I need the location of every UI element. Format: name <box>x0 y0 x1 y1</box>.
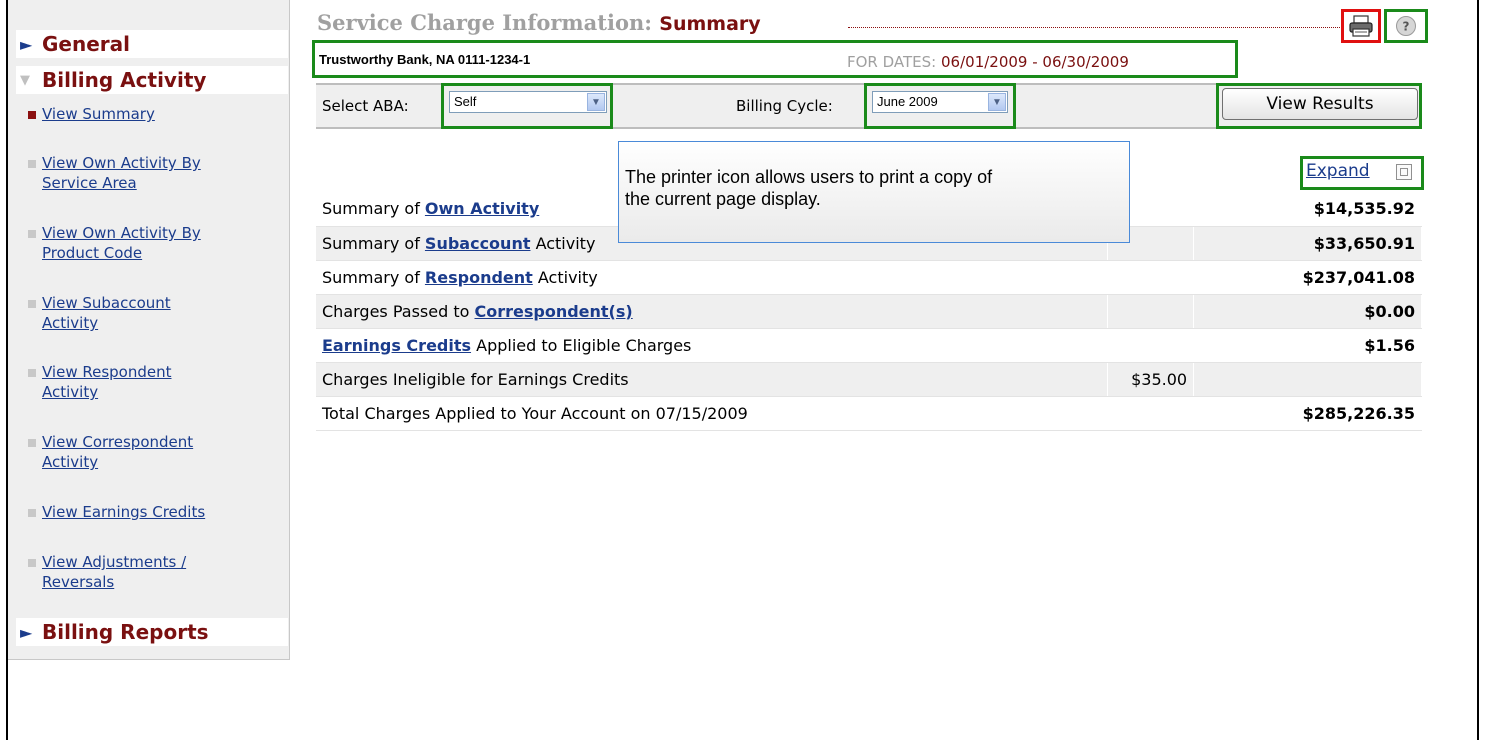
row-amount: $285,226.35 <box>1193 396 1422 431</box>
bullet-icon <box>28 369 36 377</box>
view-results-button[interactable]: View Results <box>1222 88 1418 120</box>
collapse-arrow-icon: ▼ <box>20 72 30 88</box>
row-amount: $33,650.91 <box>1193 226 1422 261</box>
section-label: Billing Reports <box>42 620 209 644</box>
bullet-icon <box>28 300 36 308</box>
sidebar-link[interactable]: View Correspondent Activity <box>42 432 193 472</box>
row-description: Summary of Respondent Activity <box>316 260 1109 295</box>
for-dates-label: FOR DATES: <box>847 53 937 71</box>
correspondent-link[interactable]: Correspondent(s) <box>474 302 632 321</box>
for-dates-value: 06/01/2009 - 06/30/2009 <box>941 53 1129 71</box>
row-description: Total Charges Applied to Your Account on… <box>316 396 1109 431</box>
row-amount: $0.00 <box>1193 294 1422 329</box>
sidebar-item-own-activity-product-code[interactable]: View Own Activity By Product Code <box>28 223 283 263</box>
sidebar-item-adjustments-reversals[interactable]: View Adjustments / Reversals <box>28 552 283 592</box>
sidebar-item-earnings-credits[interactable]: View Earnings Credits <box>28 502 283 522</box>
own-activity-link[interactable]: Own Activity <box>425 199 539 218</box>
section-label: Billing Activity <box>42 68 207 92</box>
expand-icon[interactable] <box>1396 164 1412 180</box>
table-row: Charges Passed to Correspondent(s) $0.00 <box>316 294 1422 329</box>
page-subtitle: Summary <box>659 13 761 35</box>
section-label: General <box>42 32 130 56</box>
svg-text:?: ? <box>1403 20 1410 34</box>
bullet-icon <box>28 439 36 447</box>
respondent-link[interactable]: Respondent <box>425 268 533 287</box>
row-mid-value <box>1107 294 1195 329</box>
printer-icon[interactable] <box>1344 12 1378 40</box>
billing-cycle-value: June 2009 <box>877 94 938 109</box>
row-mid-value: $35.00 <box>1107 362 1195 397</box>
sidebar-link[interactable]: View Own Activity By Product Code <box>42 223 201 263</box>
sidebar-link[interactable]: View Own Activity By Service Area <box>42 153 201 193</box>
sidebar-item-respondent-activity[interactable]: View Respondent Activity <box>28 362 283 402</box>
sidebar-link[interactable]: View Earnings Credits <box>42 502 205 522</box>
sidebar-link[interactable]: View Subaccount Activity <box>42 293 171 333</box>
frame-right-border <box>1477 0 1479 740</box>
sidebar-nav: ► General ▼ Billing Activity View Summar… <box>8 0 290 660</box>
billing-cycle-select[interactable]: June 2009 ▼ <box>872 91 1008 113</box>
bullet-icon <box>28 509 36 517</box>
title-divider <box>848 27 1340 28</box>
table-row: Summary of Respondent Activity $237,041.… <box>316 260 1422 295</box>
table-row: Earnings Credits Applied to Eligible Cha… <box>316 328 1422 363</box>
aba-select-value: Self <box>454 94 477 109</box>
help-icon[interactable]: ? <box>1387 12 1425 40</box>
page-title: Service Charge Information: Summary <box>317 10 761 35</box>
tooltip-line-2: the current page display. <box>625 189 821 209</box>
row-amount: $1.56 <box>1193 328 1422 363</box>
expand-link[interactable]: Expand <box>1306 161 1370 181</box>
sidebar-section-billing-reports[interactable]: ► Billing Reports <box>16 618 288 646</box>
bullet-icon <box>28 160 36 168</box>
date-range: FOR DATES: 06/01/2009 - 06/30/2009 <box>847 53 1129 71</box>
subaccount-link[interactable]: Subaccount <box>425 234 531 253</box>
row-amount: $14,535.92 <box>1193 192 1422 227</box>
row-description: Charges Ineligible for Earnings Credits <box>316 362 1109 397</box>
row-mid-value <box>1107 260 1195 295</box>
earnings-credits-link[interactable]: Earnings Credits <box>322 336 471 355</box>
aba-label: Select ABA: <box>322 97 409 115</box>
aba-select[interactable]: Self ▼ <box>449 91 607 113</box>
sidebar-link[interactable]: View Adjustments / Reversals <box>42 552 186 592</box>
sidebar-item-correspondent-activity[interactable]: View Correspondent Activity <box>28 432 283 472</box>
billing-cycle-label: Billing Cycle: <box>736 97 833 115</box>
row-amount <box>1193 362 1422 397</box>
sidebar-item-subaccount-activity[interactable]: View Subaccount Activity <box>28 293 283 333</box>
row-description: Earnings Credits Applied to Eligible Cha… <box>316 328 1109 363</box>
printer-tooltip: The printer icon allows users to print a… <box>618 141 1130 243</box>
sidebar-section-billing-activity[interactable]: ▼ Billing Activity <box>16 66 288 94</box>
sidebar-section-general[interactable]: ► General <box>16 30 288 58</box>
sidebar-link[interactable]: View Summary <box>42 104 155 124</box>
page-title-main: Service Charge Information: <box>317 10 652 35</box>
bullet-icon <box>28 559 36 567</box>
row-mid-value <box>1107 328 1195 363</box>
tooltip-line-1: The printer icon allows users to print a… <box>625 167 993 187</box>
sidebar-item-own-activity-service-area[interactable]: View Own Activity By Service Area <box>28 153 283 193</box>
expand-arrow-icon: ► <box>20 622 33 642</box>
row-amount: $237,041.08 <box>1193 260 1422 295</box>
bullet-icon <box>28 230 36 238</box>
bullet-icon <box>28 111 36 119</box>
chevron-down-icon[interactable]: ▼ <box>587 93 605 111</box>
sidebar-item-view-summary[interactable]: View Summary <box>28 104 283 124</box>
table-row: Charges Ineligible for Earnings Credits … <box>316 362 1422 397</box>
bank-account-name: Trustworthy Bank, NA 0111-1234-1 <box>319 52 531 67</box>
table-row: Total Charges Applied to Your Account on… <box>316 396 1422 431</box>
row-description: Charges Passed to Correspondent(s) <box>316 294 1109 329</box>
sidebar-link[interactable]: View Respondent Activity <box>42 362 172 402</box>
chevron-down-icon[interactable]: ▼ <box>988 93 1006 111</box>
expand-arrow-icon: ► <box>20 34 33 54</box>
row-mid-value <box>1107 396 1195 431</box>
